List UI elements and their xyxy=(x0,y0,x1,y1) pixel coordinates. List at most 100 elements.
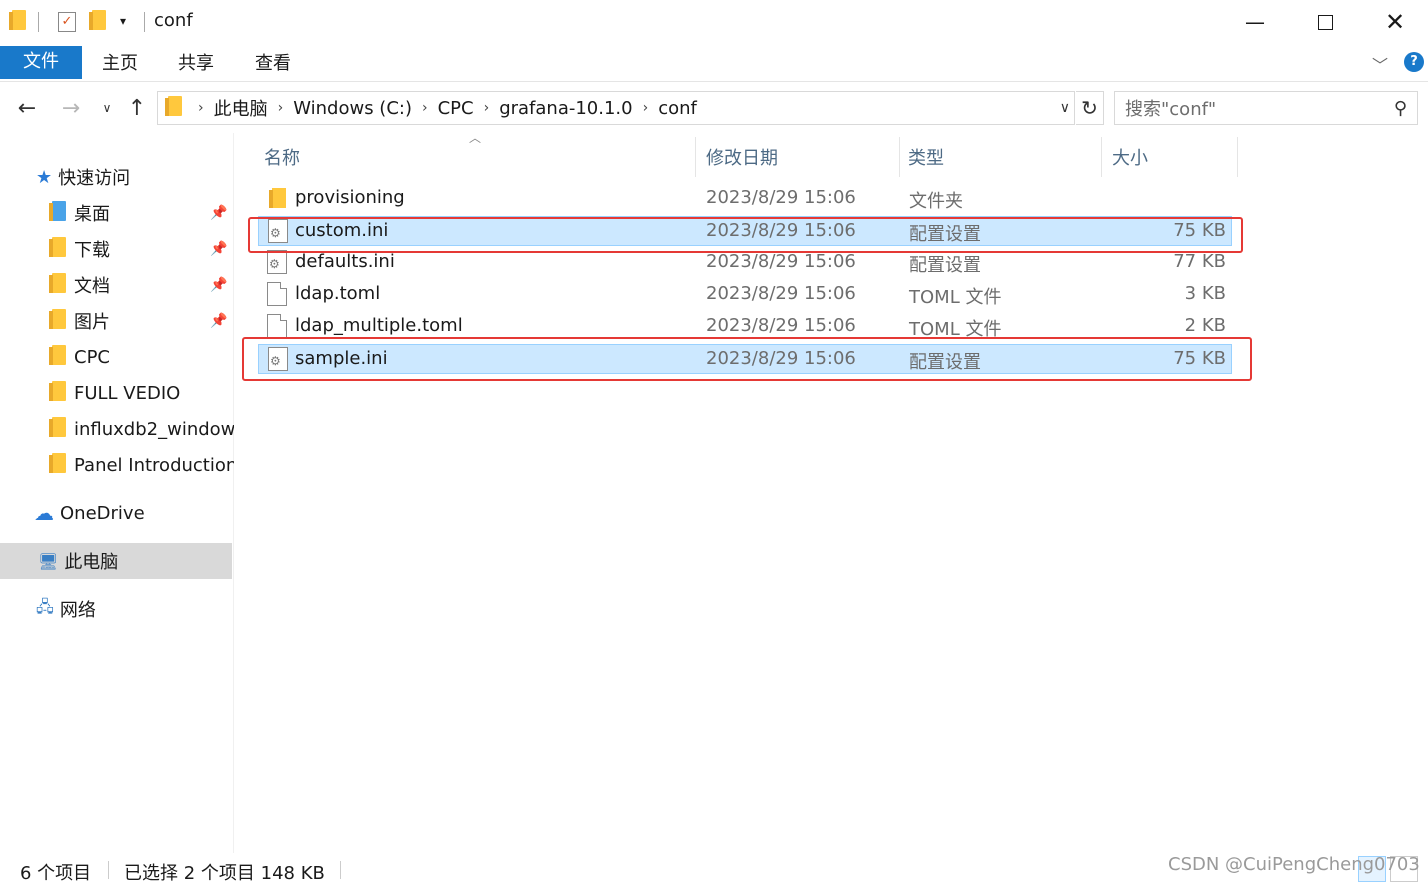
tab-view[interactable]: 查看 xyxy=(243,48,303,80)
close-icon: ✕ xyxy=(1384,8,1406,36)
file-list: ︿ 名称 修改日期 类型 大小 provisioning 2023/8/29 1… xyxy=(236,131,1428,853)
tab-home[interactable]: 主页 xyxy=(90,48,150,80)
nav-network[interactable]: 🖧 网络 xyxy=(0,591,234,627)
navigation-pane: ★ 快速访问 桌面 📌 下载 📌 文档 📌 图片 📌 CPC FULL VEDI… xyxy=(0,133,234,853)
separator xyxy=(144,12,145,32)
column-label: 大小 xyxy=(1112,148,1148,169)
breadcrumb-conf[interactable]: conf xyxy=(658,98,697,119)
arrow-up-icon: ↑ xyxy=(127,95,147,121)
breadcrumb-separator[interactable]: › xyxy=(484,100,490,116)
tab-file[interactable]: 文件 xyxy=(0,46,82,79)
arrow-right-icon: → xyxy=(61,95,81,121)
forward-button[interactable]: → xyxy=(56,93,86,123)
highlight-box-custom-ini xyxy=(248,217,1243,253)
nav-onedrive-label: OneDrive xyxy=(60,502,145,524)
nav-item-documents[interactable]: 文档 📌 xyxy=(0,267,234,303)
nav-item-label: 下载 xyxy=(74,240,110,261)
config-file-icon xyxy=(267,250,287,274)
title-bar: ✓ ▾ conf — ✕ xyxy=(0,0,1428,44)
documents-folder-icon xyxy=(49,272,66,298)
status-divider xyxy=(108,861,109,879)
pin-icon[interactable]: 📌 xyxy=(210,205,227,221)
file-size: 2 KB xyxy=(1184,315,1226,336)
computer-icon: 🖥 xyxy=(38,551,59,571)
column-label: 类型 xyxy=(908,148,944,169)
column-header-modified[interactable]: 修改日期 xyxy=(696,137,900,177)
file-modified: 2023/8/29 15:06 xyxy=(706,283,856,304)
nav-item-desktop[interactable]: 桌面 📌 xyxy=(0,195,234,231)
file-type: 文件夹 xyxy=(909,191,963,212)
nav-item-downloads[interactable]: 下载 📌 xyxy=(0,231,234,267)
folder-icon xyxy=(269,188,286,208)
search-placeholder: 搜索"conf" xyxy=(1125,99,1217,120)
expand-ribbon-icon[interactable]: ﹀ xyxy=(1372,52,1388,76)
nav-item-label: FULL VEDIO xyxy=(74,382,181,404)
search-input[interactable]: 搜索"conf" ⚲ xyxy=(1114,91,1418,125)
pin-icon[interactable]: 📌 xyxy=(210,313,227,329)
breadcrumb-separator[interactable]: › xyxy=(198,100,204,116)
watermark: CSDN @CuiPengCheng0703 xyxy=(1168,854,1420,875)
file-row[interactable]: provisioning 2023/8/29 15:06 文件夹 xyxy=(258,184,1232,214)
nav-quick-access-label: 快速访问 xyxy=(58,168,131,189)
nav-item-pictures[interactable]: 图片 📌 xyxy=(0,303,234,339)
new-folder-icon[interactable] xyxy=(89,10,106,34)
breadcrumb-separator[interactable]: › xyxy=(643,100,649,116)
nav-item-label: 文档 xyxy=(74,276,110,297)
file-name: ldap.toml xyxy=(295,283,381,304)
nav-this-pc-label: 此电脑 xyxy=(64,552,119,573)
breadcrumb-grafana[interactable]: grafana-10.1.0 xyxy=(499,98,632,119)
column-header-type[interactable]: 类型 xyxy=(898,137,1102,177)
help-button[interactable]: ? xyxy=(1404,52,1424,72)
separator xyxy=(38,12,39,32)
address-dropdown-icon[interactable]: ∨ xyxy=(1060,100,1070,116)
nav-network-label: 网络 xyxy=(59,600,96,621)
file-name: provisioning xyxy=(295,187,405,208)
column-label: 名称 xyxy=(264,148,300,169)
search-icon: ⚲ xyxy=(1393,97,1407,119)
breadcrumb-this-pc[interactable]: 此电脑 xyxy=(214,95,268,121)
downloads-folder-icon xyxy=(49,236,66,262)
tab-share[interactable]: 共享 xyxy=(166,48,226,80)
file-name: ldap_multiple.toml xyxy=(295,315,463,336)
maximize-button[interactable] xyxy=(1290,0,1360,44)
nav-item-panel-introduction[interactable]: Panel Introduction xyxy=(0,447,234,483)
folder-icon xyxy=(165,95,182,121)
up-button[interactable]: ↑ xyxy=(122,93,152,123)
file-type: 配置设置 xyxy=(909,255,981,276)
customize-quick-access-icon[interactable]: ▾ xyxy=(120,14,126,38)
nav-item-label: CPC xyxy=(74,346,110,368)
recent-locations-button[interactable]: ∨ xyxy=(92,93,122,123)
nav-item-full-vedio[interactable]: FULL VEDIO xyxy=(0,375,234,411)
nav-item-cpc[interactable]: CPC xyxy=(0,339,234,375)
minimize-button[interactable]: — xyxy=(1220,0,1290,44)
file-modified: 2023/8/29 15:06 xyxy=(706,187,856,208)
file-icon xyxy=(267,314,287,338)
breadcrumb-c-drive[interactable]: Windows (C:) xyxy=(293,98,412,119)
close-button[interactable]: ✕ xyxy=(1360,0,1428,44)
nav-this-pc[interactable]: 🖥 此电脑 xyxy=(0,543,232,579)
breadcrumb-separator[interactable]: › xyxy=(278,100,284,116)
nav-quick-access[interactable]: ★ 快速访问 xyxy=(0,159,234,195)
star-icon: ★ xyxy=(36,166,53,188)
address-bar[interactable]: › 此电脑 › Windows (C:) › CPC › grafana-10.… xyxy=(157,91,1075,125)
properties-icon[interactable]: ✓ xyxy=(58,12,76,32)
column-header-size[interactable]: 大小 xyxy=(1102,137,1238,177)
refresh-button[interactable]: ↻ xyxy=(1076,91,1104,125)
nav-onedrive[interactable]: ☁ OneDrive xyxy=(0,495,234,531)
nav-item-influxdb2[interactable]: influxdb2_window xyxy=(0,411,234,447)
breadcrumb-separator[interactable]: › xyxy=(422,100,428,116)
file-row[interactable]: ldap.toml 2023/8/29 15:06 TOML 文件 3 KB xyxy=(258,280,1232,310)
folder-icon xyxy=(49,452,66,478)
file-size: 3 KB xyxy=(1184,283,1226,304)
network-icon: 🖧 xyxy=(36,596,54,616)
pin-icon[interactable]: 📌 xyxy=(210,277,227,293)
folder-icon xyxy=(49,416,66,442)
column-header-name[interactable]: 名称 xyxy=(254,137,696,177)
file-size: 77 KB xyxy=(1173,251,1226,272)
refresh-icon: ↻ xyxy=(1081,96,1098,120)
breadcrumb-cpc[interactable]: CPC xyxy=(438,98,474,119)
back-button[interactable]: ← xyxy=(12,93,42,123)
navigation-bar: ← → ∨ ↑ › 此电脑 › Windows (C:) › CPC › gra… xyxy=(0,83,1428,133)
folder-icon xyxy=(49,380,66,406)
pin-icon[interactable]: 📌 xyxy=(210,241,227,257)
